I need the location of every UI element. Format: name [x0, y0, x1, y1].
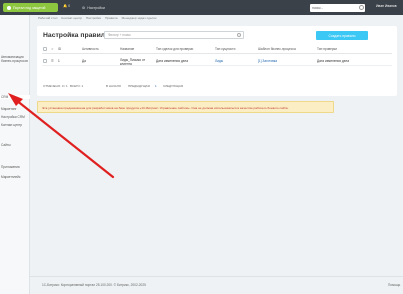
row-checkbox[interactable]: [43, 59, 47, 63]
column-header-check[interactable]: Тип проверки: [317, 47, 337, 51]
breadcrumb-item[interactable]: Менеджер задач сделок: [122, 16, 157, 20]
gear-icon: ⚙: [82, 5, 86, 10]
row-menu-icon[interactable]: ☰: [51, 59, 54, 63]
row-deal-type: Дата изменения дела: [156, 59, 188, 63]
column-header-template[interactable]: Шаблон бизнес-процесса: [258, 47, 296, 51]
column-header-entity[interactable]: Тип сущности: [215, 47, 235, 51]
column-header-active[interactable]: Активность: [82, 47, 99, 51]
breadcrumb: Рабочий стол Контакт-центр Настройки Пра…: [38, 16, 156, 20]
notifications-count: 0: [68, 4, 71, 8]
copyright-text: 1С-Битрикс: Корпоративный портал 25.100.…: [42, 283, 146, 287]
portal-protection-label: Портал под защитой: [13, 5, 46, 10]
dev-warning-banner: Эта установка предназначена для разработ…: [37, 101, 334, 113]
notifications[interactable]: 🔔 0: [63, 4, 73, 11]
total-count: ВСЕГО: 1: [70, 84, 84, 88]
settings-label: Настройки: [87, 5, 105, 10]
search-icon: [359, 5, 364, 10]
menu-item-sites[interactable]: Сайты: [0, 143, 30, 147]
breadcrumb-item[interactable]: Правила: [105, 16, 118, 20]
row-template[interactable]: [1] Заготовка: [258, 59, 277, 63]
menu-item-market[interactable]: Маркетплейс: [0, 175, 30, 179]
pagination-first[interactable]: В НАЧАЛО: [106, 84, 121, 88]
select-all-checkbox[interactable]: [43, 47, 47, 51]
breadcrumb-item[interactable]: Настройки: [86, 16, 101, 20]
search-placeholder: поиск...: [312, 6, 324, 10]
settings-link[interactable]: ⚙ Настройки: [82, 3, 106, 12]
shield-icon: [7, 5, 11, 10]
pagination-page[interactable]: 1: [155, 84, 157, 88]
row-id: 1: [58, 59, 60, 63]
table-row[interactable]: ☰ 1 Да Лиды_Письмо от клиента Дата измен…: [42, 56, 392, 66]
breadcrumb-item[interactable]: Контакт-центр: [61, 16, 81, 20]
table-header: ☆ ID Активность Название Тип сделок для …: [42, 44, 392, 54]
filter-placeholder: Фильтр + поиск: [108, 33, 131, 37]
page-title: Настройка правил: [43, 32, 106, 39]
column-header-deal-type[interactable]: Тип сделок для проверки: [156, 47, 193, 51]
settings-icon[interactable]: ☆: [51, 47, 54, 51]
user-name[interactable]: Иван Иванов: [376, 4, 397, 8]
row-check: Дата изменения дела: [317, 59, 349, 63]
pagination-next[interactable]: СЛЕДУЮЩАЯ: [163, 84, 183, 88]
row-entity[interactable]: Лиды: [215, 59, 223, 63]
row-name: Лиды_Письмо от клиента: [120, 58, 146, 66]
left-menu: Автоматизация бизнес-процессов CRM Марке…: [0, 15, 30, 294]
help-link[interactable]: Помощь: [388, 283, 400, 287]
top-bar: Портал под защитой 🔔 0 ⚙ Настройки поиск…: [0, 0, 403, 15]
menu-item-contact-center[interactable]: Контакт-центр: [0, 123, 30, 127]
portal-protection-button[interactable]: Портал под защитой: [3, 3, 58, 12]
table-footer: ОТМЕЧЕНО: 0 / 1 ВСЕГО: 1 В НАЧАЛО ПРЕДЫД…: [42, 81, 392, 89]
menu-item-marketing[interactable]: Маркетинг: [0, 107, 30, 111]
menu-item-crm[interactable]: CRM: [0, 95, 30, 99]
rules-card: Настройка правил Фильтр + поиск Создать …: [37, 26, 397, 96]
search-input[interactable]: поиск...: [310, 4, 365, 12]
row-active: Да: [82, 59, 86, 63]
search-icon: [237, 33, 241, 37]
menu-item-apps[interactable]: Приложения: [0, 165, 30, 169]
selected-count: ОТМЕЧЕНО: 0 / 1: [43, 84, 68, 88]
create-rule-button[interactable]: Создать правило: [316, 31, 368, 40]
pagination-prev[interactable]: ПРЕДЫДУЩАЯ: [128, 84, 150, 88]
bell-icon: 🔔: [63, 4, 68, 8]
menu-item-crm-settings[interactable]: Настройки CRM: [0, 115, 30, 119]
column-header-id[interactable]: ID: [58, 47, 61, 51]
column-header-name[interactable]: Название: [120, 47, 134, 51]
menu-item-automation[interactable]: Автоматизация бизнес-процессов: [0, 55, 30, 63]
breadcrumb-item[interactable]: Рабочий стол: [38, 16, 57, 20]
filter-search-input[interactable]: Фильтр + поиск: [104, 31, 244, 39]
